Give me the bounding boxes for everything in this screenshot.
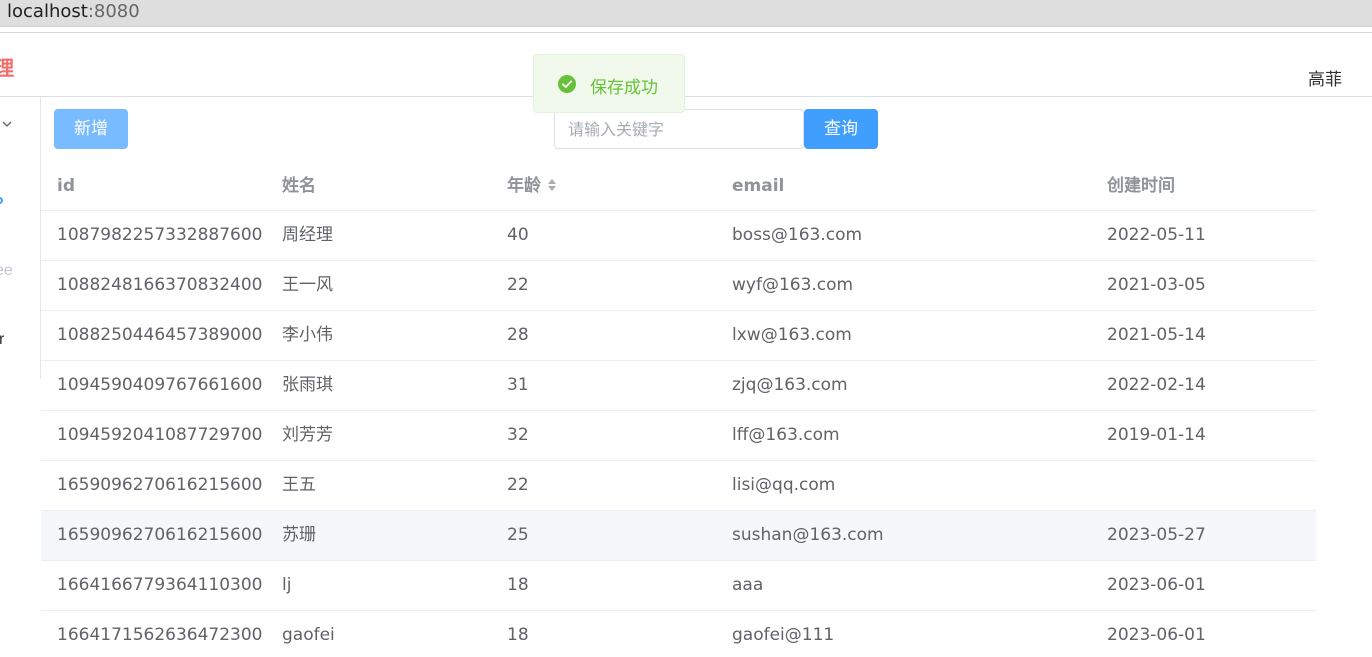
cell-name: 苏珊 [282, 525, 316, 545]
cell-created: 2023-05-27 [1107, 525, 1206, 545]
column-header-age-label: 年龄 [507, 176, 541, 196]
browser-divider [0, 27, 1372, 33]
cell-age: 28 [507, 325, 529, 345]
sort-icon[interactable] [547, 178, 557, 192]
check-circle-icon [558, 75, 576, 93]
chevron-down-icon[interactable] [2, 119, 12, 129]
cell-email: zjq@163.com [732, 375, 848, 395]
app-header: 理 高菲 [0, 34, 1372, 97]
cell-email: sushan@163.com [732, 525, 884, 545]
cell-name: 周经理 [282, 225, 333, 245]
success-toast: 保存成功 [533, 54, 685, 113]
cell-name: 王五 [282, 475, 316, 495]
address-host: localhost [7, 1, 88, 22]
cell-created: 2021-03-05 [1107, 275, 1206, 295]
cell-created: 2019-01-14 [1107, 425, 1206, 445]
cell-created: 2021-05-14 [1107, 325, 1206, 345]
table-row[interactable]: 1088248166370832400 王一风 22 wyf@163.com 2… [41, 261, 1316, 311]
column-header-id: id [57, 176, 75, 196]
cell-id: 1664171562636472300 [57, 625, 263, 645]
cell-id: 1088250446457389000 [57, 325, 263, 345]
browser-address-bar[interactable]: localhost:8080 [0, 0, 1372, 27]
menu-dot-icon [0, 197, 3, 204]
user-name[interactable]: 高菲 [1308, 65, 1342, 90]
cell-age: 31 [507, 375, 529, 395]
cell-created [1107, 461, 1307, 510]
cell-created: 2023-06-01 [1107, 575, 1206, 595]
cell-name: 刘芳芳 [282, 425, 333, 445]
cell-created: 2022-02-14 [1107, 375, 1206, 395]
cell-email: wyf@163.com [732, 275, 854, 295]
cell-email: lisi@qq.com [732, 475, 836, 495]
cell-id: 1094592041087729700 [57, 425, 263, 445]
address-port: :8080 [87, 1, 140, 22]
table-row[interactable]: 1659096270616215600 苏珊 25 sushan@163.com… [41, 511, 1316, 561]
sidebar-item-label[interactable]: r [0, 331, 4, 349]
sidebar-item-label[interactable]: ee [0, 262, 13, 280]
cell-age: 18 [507, 625, 529, 645]
cell-name: gaofei [282, 625, 335, 645]
cell-age: 22 [507, 275, 529, 295]
cell-name: lj [282, 575, 292, 595]
cell-email: boss@163.com [732, 225, 863, 245]
page: localhost:8080 理 高菲 ee r 新增 查询 id 姓名 年龄 … [0, 0, 1372, 657]
cell-id: 1664166779364110300 [57, 575, 263, 595]
cell-id: 1087982257332887600 [57, 225, 263, 245]
add-button[interactable]: 新增 [54, 109, 128, 149]
cell-age: 18 [507, 575, 529, 595]
cell-name: 王一风 [282, 275, 333, 295]
cell-id: 1659096270616215600 [57, 525, 263, 545]
table-row[interactable]: 1659096270616215600 王五 22 lisi@qq.com [41, 461, 1316, 511]
app-title: 理 [0, 56, 14, 80]
table-row[interactable]: 1094592041087729700 刘芳芳 32 lff@163.com 2… [41, 411, 1316, 461]
search-input[interactable] [554, 109, 804, 149]
cell-created: 2023-06-01 [1107, 625, 1206, 645]
toast-message: 保存成功 [590, 78, 658, 98]
table-row[interactable]: 1664166779364110300 lj 18 aaa 2023-06-01 [41, 561, 1316, 611]
cell-age: 32 [507, 425, 529, 445]
table-header: id 姓名 年龄 email 创建时间 [41, 161, 1316, 211]
employee-table: id 姓名 年龄 email 创建时间 1087982257332887600 … [41, 161, 1316, 657]
table-row[interactable]: 1664171562636472300 gaofei 18 gaofei@111… [41, 611, 1316, 657]
column-header-email: email [732, 176, 785, 196]
sidebar: ee r [0, 97, 41, 379]
cell-email: aaa [732, 575, 764, 595]
cell-email: lff@163.com [732, 425, 840, 445]
column-header-name: 姓名 [282, 176, 316, 196]
table-row[interactable]: 1087982257332887600 周经理 40 boss@163.com … [41, 211, 1316, 261]
cell-email: gaofei@111 [732, 625, 835, 645]
cell-name: 李小伟 [282, 325, 333, 345]
column-header-created: 创建时间 [1107, 176, 1175, 196]
cell-name: 张雨琪 [282, 375, 333, 395]
search-button[interactable]: 查询 [804, 109, 878, 149]
address-url[interactable]: localhost:8080 [7, 1, 140, 23]
cell-age: 40 [507, 225, 529, 245]
table-row[interactable]: 1088250446457389000 李小伟 28 lxw@163.com 2… [41, 311, 1316, 361]
cell-age: 25 [507, 525, 529, 545]
cell-email: lxw@163.com [732, 325, 852, 345]
column-header-age[interactable]: 年龄 [507, 161, 717, 210]
cell-age: 22 [507, 475, 529, 495]
cell-id: 1094590409767661600 [57, 375, 263, 395]
cell-id: 1088248166370832400 [57, 275, 263, 295]
cell-id: 1659096270616215600 [57, 475, 263, 495]
cell-created: 2022-05-11 [1107, 225, 1206, 245]
table-row[interactable]: 1094590409767661600 张雨琪 31 zjq@163.com 2… [41, 361, 1316, 411]
